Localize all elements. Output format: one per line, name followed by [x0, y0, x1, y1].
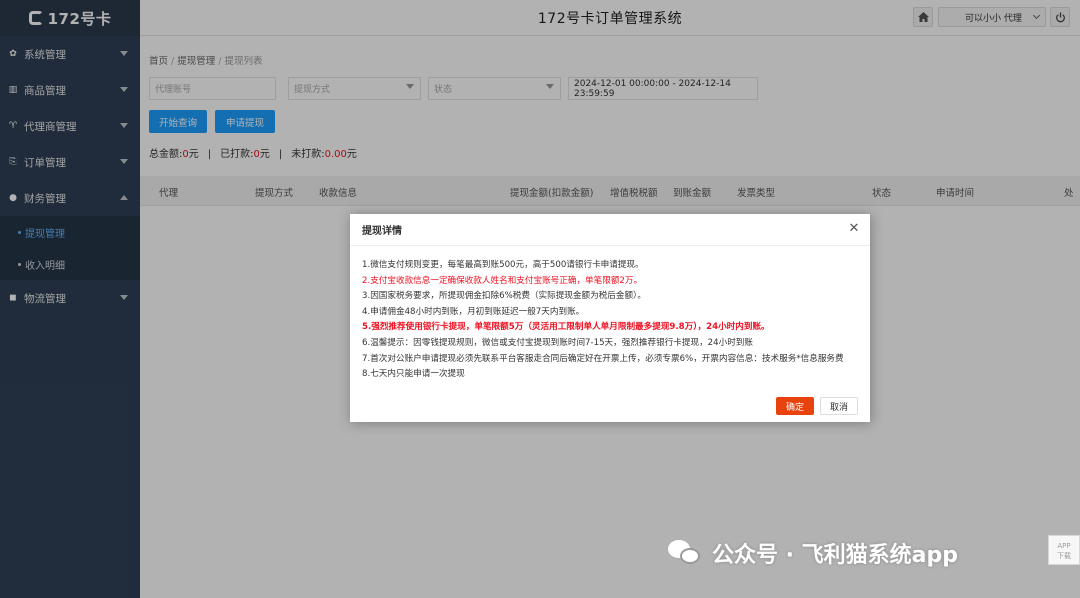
dialog-title: 提现详情 [350, 214, 870, 246]
wechat-icon [668, 538, 704, 568]
close-icon[interactable]: ✕ [847, 222, 861, 236]
notice-line: 6.温馨提示：因零钱提现规则，微信或支付宝提现到账时间7-15天，强烈推荐银行卡… [362, 337, 753, 348]
badge-line: 下载 [1057, 552, 1071, 560]
confirm-button[interactable]: 确定 [776, 397, 814, 415]
notice-line: 3.因国家税务要求，所提现佣金扣除6%税费（实际提现金额为税后金额）。 [362, 291, 646, 302]
notice-line: 1.微信支付规则变更，每笔最高到账500元，高于500请银行卡申请提现。 [362, 260, 644, 270]
notice-line: 5.强烈推荐使用银行卡提现，单笔限额5万（灵活用工限制单人单月限制最多提现9.8… [362, 322, 770, 333]
app-download-badge[interactable]: APP 下载 [1048, 535, 1080, 565]
notice-line: 4.申请佣金48小时内到账，月初到账延迟一般7天内到账。 [362, 306, 585, 317]
badge-line: APP [1057, 542, 1071, 550]
notice-line: 2.支付宝收款信息一定确保收款人姓名和支付宝账号正确，单笔限额2万。 [362, 275, 643, 286]
withdraw-detail-dialog: 提现详情 ✕ 1.微信支付规则变更，每笔最高到账500元，高于500请银行卡申请… [350, 214, 870, 422]
dialog-body: 1.微信支付规则变更，每笔最高到账500元，高于500请银行卡申请提现。 2.支… [362, 258, 862, 383]
watermark-text: 公众号 · 飞利猫系统app [712, 543, 959, 568]
notice-line: 7.首次对公账户申请提现必须先联系平台客服走合同后确定好在开票上传，必须专票6%… [362, 353, 844, 364]
notice-line: 8.七天内只能申请一次提现 [362, 369, 465, 380]
cancel-button[interactable]: 取消 [820, 397, 858, 415]
watermark: 公众号 · 飞利猫系统app [668, 537, 958, 569]
